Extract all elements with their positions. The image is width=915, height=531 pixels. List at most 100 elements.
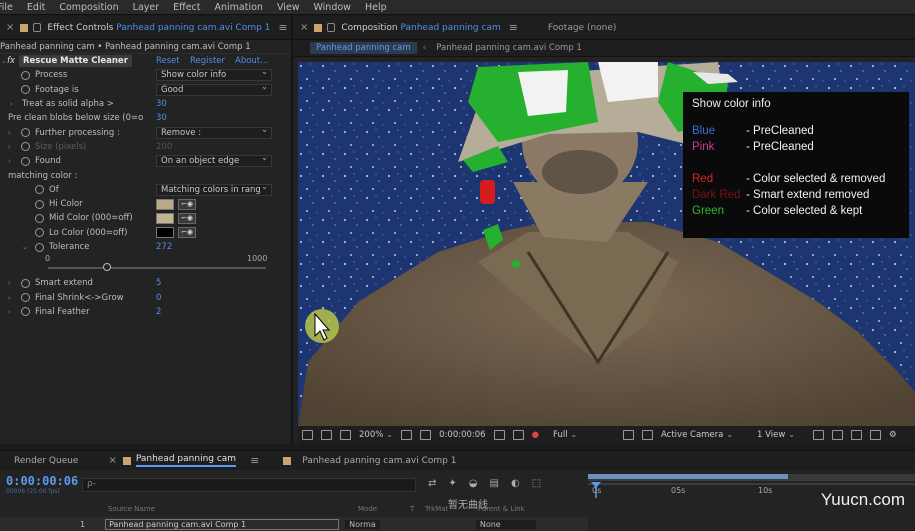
panel-menu-icon[interactable]: ≡	[509, 21, 518, 34]
footage-tab[interactable]: Footage (none)	[548, 23, 617, 33]
menu-animation[interactable]: Animation	[215, 2, 263, 13]
stopwatch-icon[interactable]	[35, 228, 44, 238]
view-layout-select[interactable]: 1 View	[757, 430, 805, 440]
menu-help[interactable]: Help	[365, 2, 387, 13]
about-link[interactable]: About...	[235, 56, 268, 66]
panel-menu-icon[interactable]: ≡	[278, 21, 287, 34]
timeline-timecode[interactable]: 0:00:00:06	[6, 474, 78, 488]
fast-preview-icon[interactable]	[832, 430, 844, 440]
layer-mode-select[interactable]: Norma	[345, 519, 380, 529]
graph-editor-icon[interactable]: ⬚	[532, 478, 541, 489]
reset-link[interactable]: Reset	[156, 56, 180, 66]
param-value[interactable]: 272	[156, 242, 172, 252]
menu-view[interactable]: View	[277, 2, 300, 13]
stopwatch-icon[interactable]	[21, 307, 30, 317]
param-dropdown[interactable]: Remove :	[156, 126, 272, 139]
expand-icon[interactable]: ›	[8, 308, 11, 316]
stopwatch-icon[interactable]	[21, 293, 30, 303]
monitor-icon[interactable]	[321, 430, 332, 440]
comp-timeline-tab[interactable]: Panhead panning cam	[135, 454, 237, 467]
menu-window[interactable]: Window	[313, 2, 350, 13]
param-dropdown[interactable]: Show color info	[156, 69, 272, 82]
stopwatch-icon[interactable]	[35, 242, 44, 252]
expand-icon[interactable]: ⌄	[1, 57, 7, 65]
composition-tab[interactable]: Composition Panhead panning cam	[341, 23, 500, 33]
current-time[interactable]: 0:00:00:06	[439, 430, 485, 440]
param-value[interactable]: 0	[156, 293, 161, 303]
flowchart-icon[interactable]	[870, 430, 882, 440]
param-value[interactable]: 30	[156, 113, 167, 123]
expand-icon[interactable]: ›	[8, 143, 11, 151]
collapse-icon[interactable]: ⌄	[22, 243, 28, 251]
fx-icon[interactable]: fx	[7, 56, 15, 66]
stopwatch-icon[interactable]	[21, 85, 30, 95]
grid-icon[interactable]	[401, 430, 413, 440]
stopwatch-icon[interactable]	[21, 278, 30, 288]
comp1-timeline-tab[interactable]: Panhead panning cam.avi Comp 1	[302, 456, 456, 466]
zoom-select[interactable]: 200%	[359, 430, 393, 440]
eyedropper-icon[interactable]: ⌐◉	[178, 198, 196, 210]
stopwatch-icon[interactable]	[35, 199, 44, 209]
param-dropdown[interactable]: On an object edge	[156, 155, 272, 168]
register-link[interactable]: Register	[190, 56, 225, 66]
stopwatch-icon[interactable]	[21, 142, 30, 152]
stopwatch-icon[interactable]	[35, 185, 44, 195]
menu-layer[interactable]: Layer	[133, 2, 160, 13]
transparency-grid-icon[interactable]	[642, 430, 654, 440]
timeline-search-input[interactable]: ρ-	[82, 478, 416, 492]
stopwatch-icon[interactable]	[21, 128, 30, 138]
shy-icon[interactable]: ◒	[469, 478, 478, 489]
subtab-comp-1[interactable]: Panhead panning cam.avi Comp 1	[430, 42, 588, 54]
close-icon[interactable]: ×	[300, 22, 308, 33]
motion-blur-icon[interactable]: ◐	[511, 478, 520, 489]
collapse-icon[interactable]: ⌄	[0, 172, 2, 180]
region-icon[interactable]	[420, 430, 432, 440]
color-swatch[interactable]	[156, 227, 174, 239]
settings-icon[interactable]: ⚙	[889, 430, 897, 440]
menu-effect[interactable]: Effect	[173, 2, 200, 13]
stopwatch-icon[interactable]	[21, 70, 30, 80]
menu-composition[interactable]: Composition	[59, 2, 118, 13]
param-value[interactable]: 5	[156, 278, 161, 288]
stopwatch-icon[interactable]	[21, 156, 30, 166]
panel-menu-icon[interactable]: ≡	[250, 454, 259, 467]
frame-blend-icon[interactable]: ▤	[490, 478, 499, 489]
param-value[interactable]: 30	[156, 99, 167, 109]
layer-parent-select[interactable]: None	[475, 519, 536, 529]
color-swatch[interactable]	[156, 212, 174, 224]
close-icon[interactable]: ×	[6, 22, 14, 33]
effect-controls-tab[interactable]: × Effect Controls Panhead panning cam.av…	[0, 16, 291, 40]
close-icon[interactable]: ×	[108, 455, 116, 466]
camera-icon[interactable]	[493, 430, 505, 440]
render-queue-tab[interactable]: Render Queue	[14, 456, 78, 466]
eyedropper-icon[interactable]: ⌐◉	[178, 227, 196, 239]
lock-icon[interactable]	[33, 23, 42, 32]
lock-icon[interactable]	[327, 23, 336, 32]
param-dropdown[interactable]: Matching colors in rang	[156, 183, 272, 196]
subtab-panhead-cam[interactable]: Panhead panning cam	[310, 42, 417, 54]
color-icon[interactable]: ●	[532, 430, 539, 440]
camera-select[interactable]: Active Camera	[661, 430, 749, 440]
pixel-aspect-icon[interactable]	[813, 430, 825, 440]
draft-3d-icon[interactable]: ✦	[448, 478, 456, 489]
expand-icon[interactable]: ›	[10, 100, 13, 108]
color-swatch[interactable]	[156, 198, 174, 210]
slider-track[interactable]	[48, 267, 266, 270]
resolution-select[interactable]: Full	[553, 430, 615, 440]
expand-icon[interactable]: ›	[8, 294, 11, 302]
expand-icon[interactable]: ›	[8, 157, 11, 165]
expand-icon[interactable]: ›	[8, 129, 11, 137]
comp-flow-icon[interactable]: ⇄	[428, 478, 436, 489]
menu-edit[interactable]: Edit	[27, 2, 45, 13]
menu-file[interactable]: File	[0, 2, 13, 13]
snapshot-icon[interactable]	[302, 430, 313, 440]
expand-icon[interactable]: ›	[8, 279, 11, 287]
layer-name[interactable]: Panhead panning cam.avi Comp 1	[105, 518, 340, 530]
param-value[interactable]: 2	[156, 307, 161, 317]
timeline-icon[interactable]	[851, 430, 863, 440]
eyedropper-icon[interactable]: ⌐◉	[178, 212, 196, 224]
stopwatch-icon[interactable]	[35, 213, 44, 223]
layer-row[interactable]: 1 Panhead panning cam.avi Comp 1 Norma N…	[0, 517, 588, 531]
channel-icon[interactable]	[512, 430, 524, 440]
mask-icon[interactable]	[340, 430, 351, 440]
